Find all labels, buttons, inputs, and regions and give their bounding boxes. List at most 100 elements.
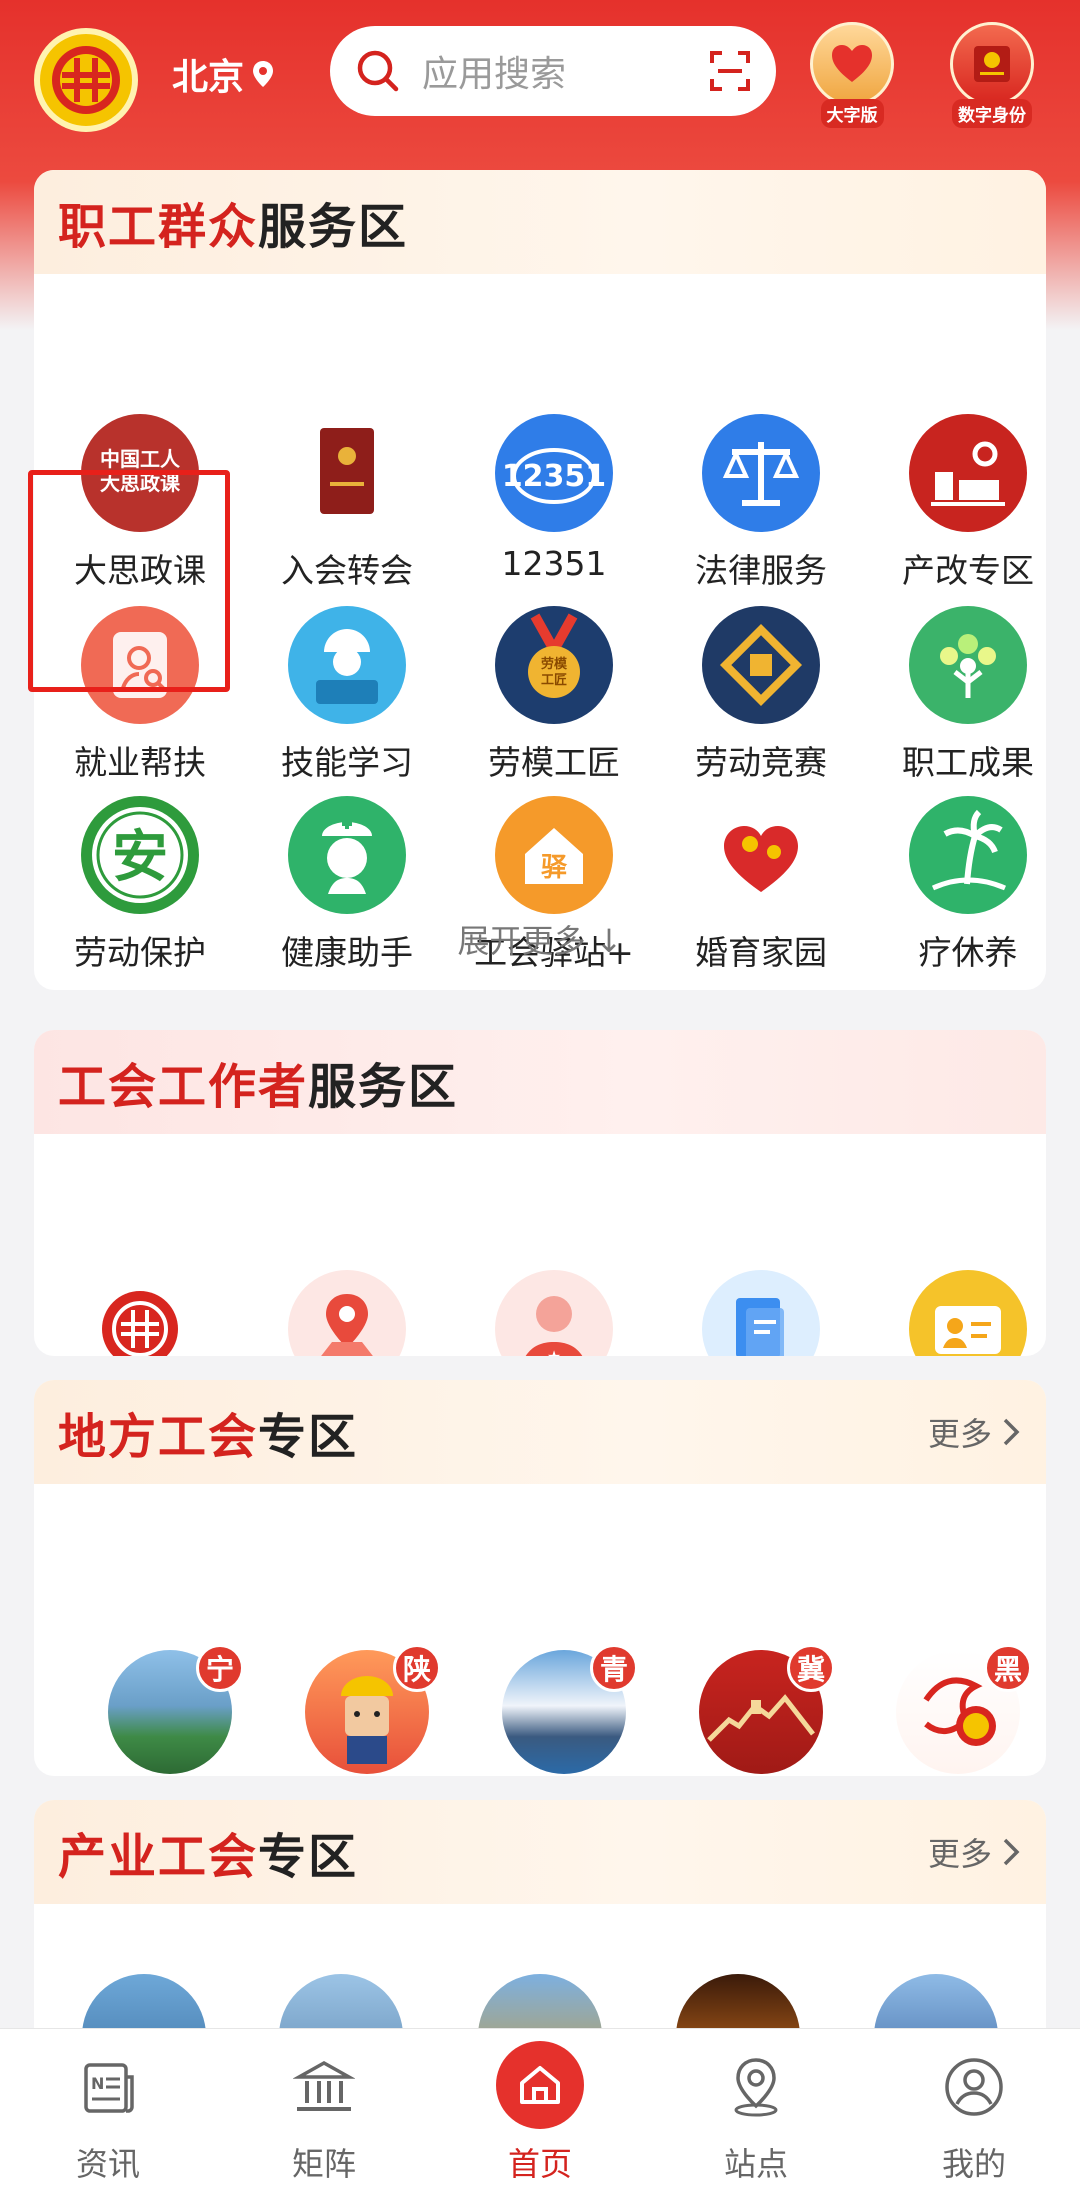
member-profile-icon: ★ xyxy=(495,1270,613,1356)
city-label: 北京 xyxy=(172,57,245,98)
service-item-4[interactable]: 法律服务 xyxy=(671,414,851,592)
hotline-12351-icon: 12351 xyxy=(495,414,613,532)
home-icon xyxy=(496,2041,584,2129)
scan-icon[interactable] xyxy=(708,49,752,93)
service-item-3[interactable]: 12351 12351 xyxy=(464,414,644,583)
service-item-label: 劳动竞赛 xyxy=(695,743,827,782)
nav-matrix[interactable]: 矩阵 xyxy=(254,2051,394,2185)
local-union-item-4[interactable]: 冀河北 xyxy=(661,1644,861,1776)
location-pin-icon xyxy=(253,61,274,87)
union-workers-card: 工会工作者服务区 学习强会站点采集 ★会籍管理工会入驻组织员管理 xyxy=(34,1030,1046,1356)
union-item-2[interactable]: 站点采集 xyxy=(257,1270,437,1356)
local-union-item-5[interactable]: 黑黑龙江 xyxy=(858,1644,1046,1776)
region-badge: 冀 xyxy=(787,1644,835,1692)
service-item-label: 大思政课 xyxy=(74,551,206,590)
ideology-class-icon: 中国工人 大思政课 xyxy=(81,414,199,532)
local-union-header: 地方工会专区 更多 xyxy=(34,1380,1046,1484)
union-item-5[interactable]: 组织员管理 xyxy=(878,1270,1046,1356)
svg-text:12351: 12351 xyxy=(502,459,606,494)
nav-home-label: 首页 xyxy=(507,2145,572,2183)
study-union-icon xyxy=(81,1270,199,1356)
workers-service-card: 职工群众服务区 中国工人 大思政课 大思政课 入会转会 12351 12351 法律服务 产改… xyxy=(34,170,1046,990)
digital-id-label: 数字身份 xyxy=(952,99,1032,128)
service-item-6[interactable]: 就业帮扶 xyxy=(50,606,230,784)
union-logo-icon[interactable] xyxy=(34,28,138,132)
svg-text:N: N xyxy=(91,2074,104,2093)
service-item-label: 职工成果 xyxy=(902,743,1034,782)
region-badge: 青 xyxy=(590,1644,638,1692)
service-item-7[interactable]: 技能学习 xyxy=(257,606,437,784)
service-item-8[interactable]: 劳模 工匠 劳模工匠 xyxy=(464,606,644,784)
station-house-icon: 驿 xyxy=(495,796,613,914)
svg-text:大思政课: 大思政课 xyxy=(100,471,181,495)
large-font-label: 大字版 xyxy=(820,99,884,128)
local-union-item-3[interactable]: 青青海 xyxy=(464,1644,664,1776)
local-union-title: 地方工会专区 xyxy=(58,1409,359,1465)
safety-badge-icon: 安 xyxy=(81,796,199,914)
local-union-item-2[interactable]: 陕陕西 xyxy=(267,1644,467,1776)
local-union-item-1[interactable]: 宁宁夏 xyxy=(70,1644,270,1776)
svg-text:工匠: 工匠 xyxy=(541,673,567,688)
region-badge: 陕 xyxy=(393,1644,441,1692)
family-heart-icon xyxy=(702,796,820,914)
health-nurse-icon xyxy=(288,796,406,914)
heart-hands-icon xyxy=(810,22,894,106)
service-item-label: 法律服务 xyxy=(695,551,827,590)
workers-service-title: 职工群众服务区 xyxy=(58,199,409,255)
industry-union-card: 产业工会专区 更多 xyxy=(34,1800,1046,2060)
service-item-label: 就业帮扶 xyxy=(74,743,206,782)
membership-booklet-icon xyxy=(288,414,406,532)
service-item-label: 技能学习 xyxy=(281,743,413,782)
nav-home[interactable]: 首页 xyxy=(470,2041,610,2185)
union-item-3[interactable]: ★会籍管理 xyxy=(464,1270,644,1356)
job-search-icon xyxy=(81,606,199,724)
union-item-4[interactable]: 工会入驻 xyxy=(671,1270,851,1356)
local-union-card: 地方工会专区 更多 宁宁夏陕陕西青青海冀河北黑黑龙江 xyxy=(34,1380,1046,1776)
news-icon: N xyxy=(72,2051,144,2123)
expand-more-button[interactable]: 展开更多 ↓ xyxy=(34,916,1046,962)
nav-mine[interactable]: 我的 xyxy=(904,2051,1044,2185)
industry-union-header: 产业工会专区 更多 xyxy=(34,1800,1046,1904)
region-badge: 黑 xyxy=(984,1644,1032,1692)
worker-laptop-icon xyxy=(288,606,406,724)
service-item-label: 12351 xyxy=(501,544,607,583)
building-icon xyxy=(288,2051,360,2123)
search-bar[interactable]: 应用搜索 xyxy=(330,26,776,116)
id-card-icon xyxy=(950,22,1034,106)
service-item-label: 入会转会 xyxy=(281,551,413,590)
bottom-navigation: N 资讯 矩阵 首页 站点 我的 xyxy=(0,2028,1080,2196)
local-union-more-button[interactable]: 更多 xyxy=(928,1380,1020,1484)
service-item-5[interactable]: 产改专区 xyxy=(878,414,1046,592)
svg-text:中国工人: 中国工人 xyxy=(100,447,181,471)
union-workers-title: 工会工作者服务区 xyxy=(58,1059,459,1115)
svg-text:安: 安 xyxy=(112,825,168,890)
search-icon xyxy=(357,50,399,92)
nav-station-label: 站点 xyxy=(723,2145,788,2183)
document-icon xyxy=(702,1270,820,1356)
industry-union-more-button[interactable]: 更多 xyxy=(928,1800,1020,1904)
region-badge: 宁 xyxy=(196,1644,244,1692)
chevron-right-icon xyxy=(1003,1418,1020,1446)
union-workers-header: 工会工作者服务区 xyxy=(34,1030,1046,1134)
service-item-2[interactable]: 入会转会 xyxy=(257,414,437,592)
service-item-label: 产改专区 xyxy=(902,551,1034,590)
nav-mine-label: 我的 xyxy=(941,2145,1006,2183)
tree-icon xyxy=(909,606,1027,724)
large-font-button[interactable]: 大字版 xyxy=(804,22,900,128)
city-selector[interactable]: 北京 xyxy=(172,46,276,102)
union-item-1[interactable]: 学习强会 xyxy=(50,1270,230,1356)
nav-matrix-label: 矩阵 xyxy=(291,2145,356,2183)
service-item-label: 劳模工匠 xyxy=(488,743,620,782)
svg-text:驿: 驿 xyxy=(541,853,568,883)
chevron-right-icon xyxy=(1003,1838,1020,1866)
digital-id-button[interactable]: 数字身份 xyxy=(944,22,1040,128)
service-item-9[interactable]: 劳动竞赛 xyxy=(671,606,851,784)
service-item-1[interactable]: 中国工人 大思政课 大思政课 xyxy=(50,414,230,592)
service-item-10[interactable]: 职工成果 xyxy=(878,606,1046,784)
location-icon xyxy=(720,2051,792,2123)
svg-text:★: ★ xyxy=(547,1347,561,1356)
industry-reform-icon xyxy=(909,414,1027,532)
nav-station[interactable]: 站点 xyxy=(686,2051,826,2185)
nav-news[interactable]: N 资讯 xyxy=(38,2051,178,2185)
nav-news-label: 资讯 xyxy=(75,2145,140,2183)
